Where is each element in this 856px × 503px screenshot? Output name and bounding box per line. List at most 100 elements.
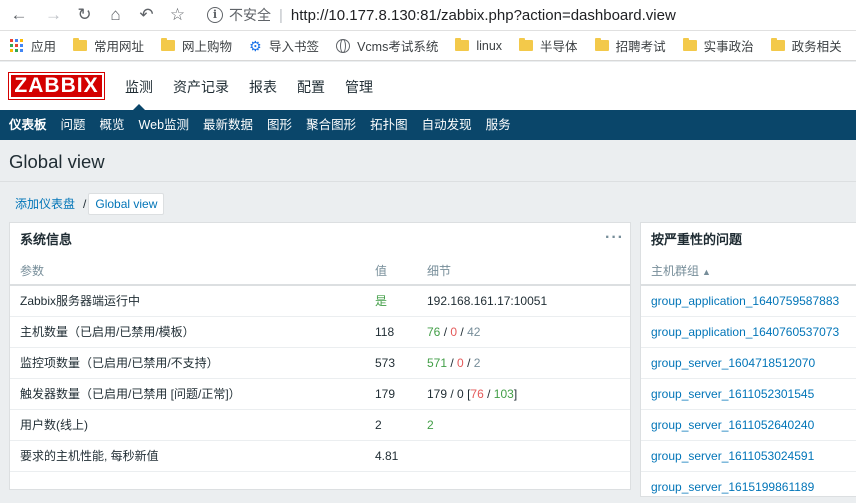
top-menu-configuration[interactable]: 配置 bbox=[287, 62, 335, 110]
bookmark-folder[interactable]: 招聘考试 bbox=[594, 36, 666, 55]
folder-icon bbox=[73, 38, 88, 51]
info-icon[interactable]: i bbox=[207, 7, 223, 23]
table-row: group_server_1604718512070 bbox=[641, 347, 856, 379]
host-group-link[interactable]: group_server_1611052640240 bbox=[651, 418, 814, 432]
host-group-link[interactable]: group_server_1611052301545 bbox=[651, 387, 814, 401]
bookmark-label: 网上购物 bbox=[182, 40, 233, 54]
value-cell: 4.81 bbox=[365, 440, 417, 472]
host-group-cell: group_application_1640760537073 bbox=[641, 316, 856, 348]
back-arrow-icon[interactable]: ← bbox=[0, 0, 38, 31]
sub-menu-discovery[interactable]: 自动发现 bbox=[415, 110, 479, 140]
top-menu-monitoring[interactable]: 监测 bbox=[115, 62, 163, 110]
detail-cell: 571 / 0 / 2 bbox=[417, 347, 630, 379]
value-cell: 2 bbox=[365, 409, 417, 441]
breadcrumb-dashboards-link[interactable]: 添加仪表盘 bbox=[9, 195, 81, 212]
table-header-row: 主机群组 ▲ bbox=[641, 256, 856, 286]
folder-icon bbox=[455, 38, 470, 51]
bookmark-import[interactable]: ⚙ 导入书签 bbox=[249, 36, 319, 55]
value-cell: 179 bbox=[365, 378, 417, 410]
globe-icon bbox=[336, 38, 351, 53]
enabled-count: 76 bbox=[427, 324, 441, 339]
url-separator: | bbox=[279, 6, 283, 24]
host-group-link[interactable]: group_application_1640760537073 bbox=[651, 325, 839, 339]
folder-icon bbox=[682, 38, 697, 51]
browser-toolbar: ← → ↻ ⌂ ↶ ☆ i 不安全 | http://10.177.8.130:… bbox=[0, 0, 856, 31]
widget-header: 系统信息 ··· bbox=[10, 223, 630, 256]
sub-menu-maps[interactable]: 拓扑图 bbox=[363, 110, 415, 140]
param-cell: 用户数(线上) bbox=[10, 409, 365, 441]
bookmark-folder[interactable]: 政务相关 bbox=[770, 36, 842, 55]
sub-menu-web[interactable]: Web监测 bbox=[132, 110, 196, 140]
sort-ascending-icon: ▲ bbox=[702, 266, 711, 277]
sub-menu-overview[interactable]: 概览 bbox=[93, 110, 132, 140]
param-cell: 监控项数量（已启用/已禁用/不支持） bbox=[10, 347, 365, 379]
bookmark-folder[interactable]: 半导体 bbox=[519, 36, 578, 55]
sub-menu-services[interactable]: 服务 bbox=[479, 110, 518, 140]
folder-icon bbox=[594, 38, 609, 51]
sub-menu-screens[interactable]: 聚合图形 bbox=[299, 110, 363, 140]
detail-cell: 192.168.161.17:10051 bbox=[417, 285, 630, 317]
value-cell: 是 bbox=[365, 285, 417, 317]
bookmarks-bar: 应用 常用网址 网上购物 ⚙ 导入书签 Vcms考试系统 linux 半导体 招聘… bbox=[0, 31, 856, 61]
zabbix-logo[interactable]: ZABBIX bbox=[8, 72, 105, 100]
bookmark-folder[interactable]: linux bbox=[455, 38, 502, 53]
column-header-host-group[interactable]: 主机群组 ▲ bbox=[641, 256, 856, 286]
breadcrumb-current[interactable]: Global view bbox=[88, 192, 165, 215]
problem-count: 76 bbox=[470, 386, 484, 401]
home-icon[interactable]: ⌂ bbox=[100, 0, 131, 31]
column-header-label: 主机群组 bbox=[651, 263, 700, 278]
host-group-link[interactable]: group_server_1615199861189 bbox=[651, 480, 814, 494]
host-group-cell: group_application_1640759587883 bbox=[641, 285, 856, 317]
detail-cell: 2 bbox=[417, 409, 630, 441]
host-group-link[interactable]: group_server_1611053024591 bbox=[651, 449, 814, 463]
enabled-count: 571 bbox=[427, 355, 448, 370]
host-group-cell: group_server_1604718512070 bbox=[641, 347, 856, 379]
host-group-cell: group_server_1611052640240 bbox=[641, 409, 856, 441]
sub-menu: 仪表板 问题 概览 Web监测 最新数据 图形 聚合图形 拓扑图 自动发现 服务 bbox=[0, 110, 856, 140]
forward-arrow-icon[interactable]: → bbox=[38, 0, 69, 31]
bookmark-apps[interactable]: 应用 bbox=[10, 36, 56, 55]
sub-menu-latest-data[interactable]: 最新数据 bbox=[196, 110, 260, 140]
bookmark-folder[interactable]: 常用网址 bbox=[73, 36, 144, 55]
reload-icon[interactable]: ↻ bbox=[69, 0, 100, 31]
disabled-count: 0 bbox=[450, 324, 458, 339]
sub-menu-problems[interactable]: 问题 bbox=[54, 110, 93, 140]
table-row: 监控项数量（已启用/已禁用/不支持） 573 571 / 0 / 2 bbox=[10, 347, 630, 379]
widget-title: 系统信息 bbox=[20, 232, 73, 247]
param-cell: Zabbix服务器端运行中 bbox=[10, 285, 365, 317]
sub-menu-dashboard[interactable]: 仪表板 bbox=[2, 110, 54, 140]
system-info-table: 参数 值 细节 Zabbix服务器端运行中 是 192.168.161.17:1… bbox=[10, 256, 630, 472]
bookmark-vcms[interactable]: Vcms考试系统 bbox=[336, 36, 438, 55]
host-group-link[interactable]: group_application_1640759587883 bbox=[651, 294, 839, 308]
table-row: Zabbix服务器端运行中 是 192.168.161.17:10051 bbox=[10, 285, 630, 317]
page-title-bar: Global view bbox=[0, 140, 856, 182]
security-label: 不安全 bbox=[229, 7, 271, 23]
table-row: group_server_1611053024591 bbox=[641, 440, 856, 472]
top-menu-inventory[interactable]: 资产记录 bbox=[163, 62, 239, 110]
top-menu-administration[interactable]: 管理 bbox=[335, 62, 383, 110]
bookmark-star-icon[interactable]: ☆ bbox=[162, 0, 193, 31]
breadcrumb: 添加仪表盘 / Global view bbox=[9, 192, 165, 215]
widget-menu-icon[interactable]: ··· bbox=[605, 221, 624, 254]
url-text[interactable]: http://10.177.8.130:81/zabbix.php?action… bbox=[291, 7, 676, 24]
bookmark-folder[interactable]: 网上购物 bbox=[161, 36, 232, 55]
folder-icon bbox=[770, 38, 785, 51]
undo-icon[interactable]: ↶ bbox=[131, 0, 162, 31]
value-cell: 118 bbox=[365, 316, 417, 348]
sub-menu-graphs[interactable]: 图形 bbox=[260, 110, 299, 140]
unsupported-count: 2 bbox=[473, 355, 481, 370]
host-group-link[interactable]: group_server_1604718512070 bbox=[651, 356, 815, 370]
detail-cell: 76 / 0 / 42 bbox=[417, 316, 630, 348]
top-menu-reports[interactable]: 报表 bbox=[239, 62, 287, 110]
breadcrumb-separator: / bbox=[83, 196, 87, 211]
column-header-detail: 细节 bbox=[417, 256, 630, 286]
detail-cell bbox=[417, 440, 630, 472]
page-title: Global view bbox=[9, 151, 105, 172]
table-row: 要求的主机性能, 每秒新值 4.81 bbox=[10, 440, 630, 472]
bookmark-label: 招聘考试 bbox=[615, 40, 666, 54]
bookmark-folder[interactable]: 实事政治 bbox=[682, 36, 754, 55]
disabled-count: 0 bbox=[457, 386, 464, 401]
template-count: 42 bbox=[467, 324, 481, 339]
address-bar[interactable]: i 不安全 | http://10.177.8.130:81/zabbix.ph… bbox=[207, 2, 676, 29]
folder-icon bbox=[519, 38, 534, 51]
